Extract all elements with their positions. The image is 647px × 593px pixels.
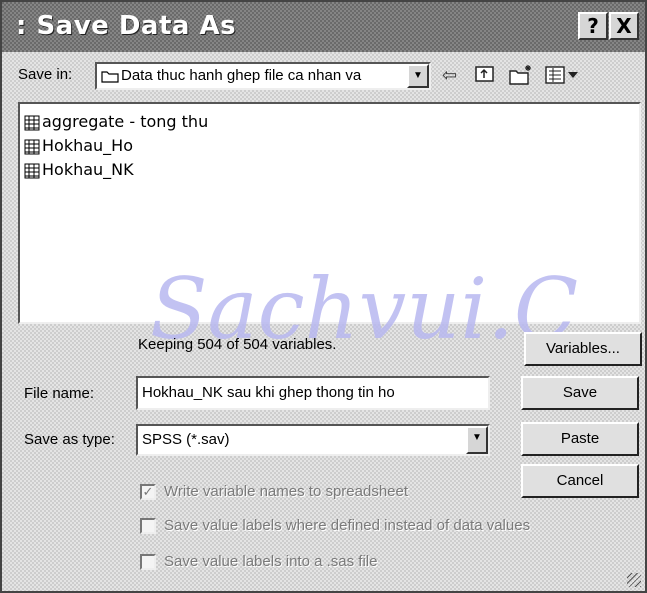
save-value-labels-checkbox[interactable] [140,518,156,534]
back-arrow-icon[interactable]: ⇦ [442,64,457,86]
file-name-label: File name: [24,385,95,402]
save-data-as-dialog: : Save Data As ? X Save in: Data thuc ha… [0,0,647,593]
window-title: : Save Data As [16,11,237,41]
file-list[interactable]: aggregate - tong thu Hokhau_Ho Hokhau_NK [18,102,641,324]
chevron-down-icon[interactable]: ▼ [466,426,488,454]
help-button[interactable]: ? [578,12,608,40]
file-item[interactable]: Hokhau_Ho [24,136,133,158]
chevron-down-icon[interactable]: ▼ [407,64,429,88]
file-name: Hokhau_NK [42,160,134,179]
write-variable-names-checkbox[interactable]: ✓ [140,484,156,500]
folder-icon [101,71,119,83]
save-value-labels-sas-label: Save value labels into a .sas file [164,553,378,570]
save-in-dropdown[interactable]: Data thuc hanh ghep file ca nhan va ▼ [95,62,431,90]
save-value-labels-sas-checkbox[interactable] [140,554,156,570]
save-in-label: Save in: [18,66,73,83]
file-name: aggregate - tong thu [42,112,209,131]
save-as-type-label: Save as type: [24,431,115,448]
spss-data-file-icon [24,163,40,178]
paste-button[interactable]: Paste [521,422,639,456]
save-as-type-dropdown[interactable]: SPSS (*.sav) ▼ [136,424,490,456]
file-item[interactable]: aggregate - tong thu [24,112,208,134]
save-in-folder-name: Data thuc hanh ghep file ca nhan va [121,67,362,84]
save-as-type-value: SPSS (*.sav) [142,431,230,448]
file-name-input[interactable]: Hokhau_NK sau khi ghep thong tin ho [136,376,490,410]
new-folder-icon[interactable] [508,64,534,86]
file-item[interactable]: Hokhau_NK [24,160,134,182]
spss-data-file-icon [24,139,40,154]
write-variable-names-label: Write variable names to spreadsheet [164,483,409,500]
variables-button[interactable]: Variables... [524,332,642,366]
save-button[interactable]: Save [521,376,639,410]
file-name: Hokhau_Ho [42,136,133,155]
title-bar[interactable]: : Save Data As ? X [2,2,645,52]
cancel-button[interactable]: Cancel [521,464,639,498]
spss-data-file-icon [24,115,40,130]
up-one-level-icon[interactable] [474,64,496,86]
keeping-variables-text: Keeping 504 of 504 variables. [138,336,337,353]
resize-grip[interactable] [627,573,641,587]
view-menu-icon[interactable] [544,64,580,86]
close-button[interactable]: X [609,12,639,40]
save-value-labels-label: Save value labels where defined instead … [164,517,531,534]
